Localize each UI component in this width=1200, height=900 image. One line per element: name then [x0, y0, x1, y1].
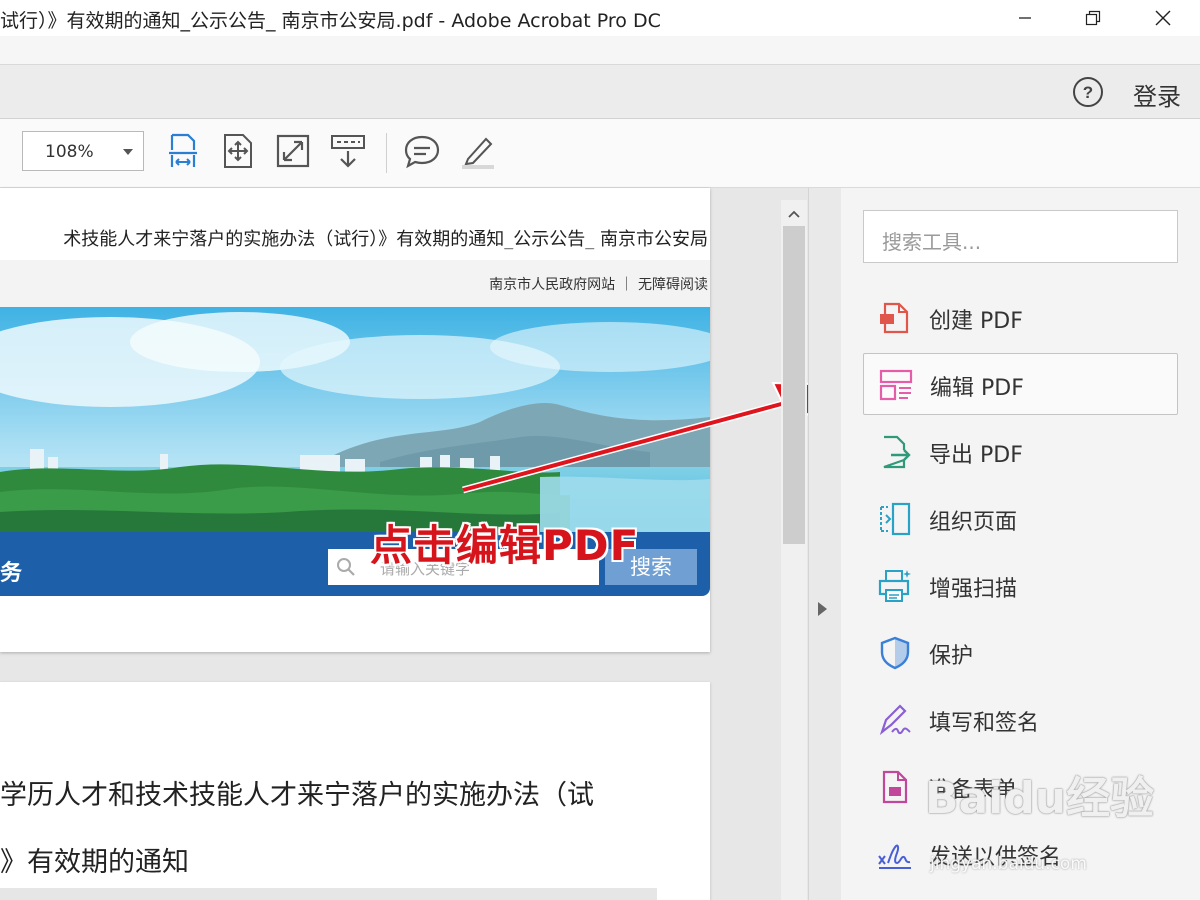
- scrollbar-thumb[interactable]: [783, 226, 805, 544]
- chevron-down-icon: [123, 149, 133, 155]
- menu-bar: [0, 36, 1200, 65]
- window-title: 试行）》有效期的通知_公示公告_ 南京市公安局.pdf - Adobe Acro…: [0, 10, 661, 32]
- tool-label: 创建 PDF: [929, 309, 1023, 334]
- organize-pages-icon: [880, 502, 911, 536]
- article-title-line-1: 学历人才和技术技能人才来宁落户的实施办法（试: [0, 780, 594, 811]
- tool-export-pdf[interactable]: 导出 PDF: [863, 421, 1178, 483]
- highlight-button[interactable]: [460, 133, 496, 169]
- export-pdf-icon: [883, 435, 911, 469]
- chevron-up-icon: [788, 210, 800, 218]
- highlight-pen-icon: [462, 137, 494, 169]
- tool-create-pdf[interactable]: 创建 PDF: [863, 287, 1178, 349]
- restore-button[interactable]: [1070, 0, 1116, 36]
- enhance-scan-icon: [878, 570, 911, 602]
- create-pdf-icon: [880, 302, 909, 334]
- callout-text: 点击编辑PDF: [370, 521, 640, 570]
- chevron-right-icon[interactable]: [818, 602, 827, 616]
- full-screen-button[interactable]: [275, 133, 311, 169]
- fit-page-button[interactable]: [220, 133, 256, 169]
- minimize-button[interactable]: [1002, 0, 1048, 36]
- website-top-links: 南京市人民政府网站 ｜ 无障碍阅读: [489, 277, 708, 293]
- read-mode-icon: [331, 135, 365, 168]
- minimize-icon: [1019, 17, 1031, 19]
- read-mode-button[interactable]: [330, 133, 366, 169]
- close-button[interactable]: [1140, 0, 1186, 36]
- protect-shield-icon: [880, 636, 910, 670]
- article-divider: [0, 888, 657, 900]
- help-icon: ?: [1073, 77, 1103, 107]
- title-bar: 试行）》有效期的通知_公示公告_ 南京市公安局.pdf - Adobe Acro…: [0, 0, 1200, 36]
- scroll-up-button[interactable]: [781, 202, 807, 226]
- tool-label: 组织页面: [929, 510, 1018, 535]
- tool-fill-sign[interactable]: 填写和签名: [863, 689, 1178, 751]
- article-title-line-2: 》有效期的通知: [0, 847, 189, 878]
- help-button[interactable]: ?: [1072, 76, 1104, 108]
- top-toolbar: 登录: [0, 65, 1200, 119]
- edit-pdf-icon: [879, 369, 913, 401]
- send-for-signature-icon: [878, 844, 911, 869]
- search-icon: [337, 558, 355, 576]
- login-button[interactable]: 登录: [1133, 77, 1181, 112]
- baidu-watermark-url: jingyan.baidu.com: [930, 854, 1087, 874]
- close-icon: [1155, 10, 1171, 26]
- full-screen-icon: [276, 134, 310, 168]
- fill-sign-icon: [879, 704, 911, 736]
- prepare-form-icon: [882, 770, 908, 804]
- document-header-title: 术技能人才来宁落户的实施办法（试行）》有效期的通知_公示公告_ 南京市公安局: [63, 229, 708, 250]
- pane-collapse-strip[interactable]: [808, 188, 842, 900]
- tool-organize-pages[interactable]: 组织页面: [863, 488, 1178, 550]
- comment-icon: [404, 135, 440, 169]
- svg-text:?: ?: [1083, 83, 1093, 102]
- tool-label: 导出 PDF: [929, 443, 1023, 468]
- fit-width-button[interactable]: [165, 133, 201, 169]
- tool-label: 保护: [929, 644, 974, 669]
- tool-edit-pdf[interactable]: 编辑 PDF: [863, 353, 1178, 415]
- fit-width-icon: [169, 133, 197, 167]
- tool-search-placeholder: 搜索工具...: [882, 230, 982, 254]
- comment-button[interactable]: [404, 133, 440, 169]
- fit-page-icon: [224, 134, 252, 168]
- tool-label: 填写和签名: [929, 711, 1040, 736]
- zoom-value: 108%: [45, 142, 94, 162]
- toolbar-separator: [386, 133, 387, 173]
- tool-enhance-scan[interactable]: 增强扫描: [863, 555, 1178, 617]
- tool-search-input[interactable]: 搜索工具...: [863, 210, 1178, 263]
- zoom-dropdown[interactable]: 108%: [22, 131, 144, 171]
- baidu-watermark: Baidu经验: [925, 773, 1155, 824]
- nav-bar-label: 务: [0, 561, 23, 586]
- restore-icon: [1085, 10, 1101, 26]
- tool-label: 增强扫描: [929, 577, 1018, 602]
- tool-protect[interactable]: 保护: [863, 622, 1178, 684]
- tool-label: 编辑 PDF: [930, 376, 1024, 401]
